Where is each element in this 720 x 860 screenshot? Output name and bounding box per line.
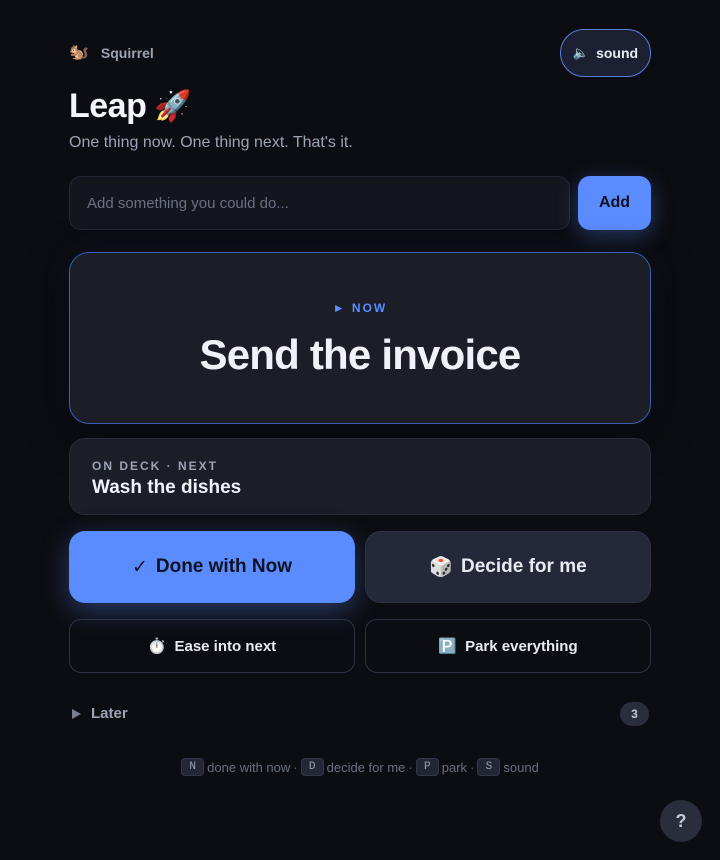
shortcut-key: D xyxy=(300,758,324,776)
stopwatch-icon: ⏱️ xyxy=(147,638,167,655)
ease-into-next-button[interactable]: ⏱️ Ease into next xyxy=(69,619,355,673)
page-title: Leap 🚀 xyxy=(69,87,192,126)
decide-for-me-button[interactable]: 🎲 Decide for me xyxy=(365,531,651,603)
caret-right-icon xyxy=(72,708,81,719)
next-label: ON DECK · NEXT xyxy=(92,459,219,473)
sound-button-label: sound xyxy=(596,45,639,61)
separator: · xyxy=(293,759,298,775)
page-title-text: Leap xyxy=(69,87,147,125)
next-card: ON DECK · NEXT Wash the dishes xyxy=(69,438,651,515)
now-label: ► NOW xyxy=(332,301,388,315)
add-task-input[interactable] xyxy=(69,176,570,230)
shortcut-key: N xyxy=(181,758,205,776)
later-toggle[interactable]: Later xyxy=(72,705,128,722)
shortcut-key: S xyxy=(477,758,501,776)
later-section: Later 3 xyxy=(69,700,651,728)
help-button[interactable]: ? xyxy=(660,800,702,842)
rocket-icon: 🚀 xyxy=(154,90,192,123)
later-count-badge: 3 xyxy=(620,702,649,726)
next-task: Wash the dishes xyxy=(92,477,242,498)
add-button[interactable]: Add xyxy=(578,176,651,230)
speaker-icon: 🔈 xyxy=(572,45,590,60)
shortcut-label: park xyxy=(441,759,468,775)
separator: · xyxy=(470,759,475,775)
shortcut-key: P xyxy=(415,758,439,776)
sound-toggle-button[interactable]: 🔈 sound xyxy=(560,29,651,77)
shortcut-label: decide for me xyxy=(326,759,406,775)
tagline: One thing now. One thing next. That's it… xyxy=(69,134,353,151)
park-button-label: Park everything xyxy=(465,637,578,655)
brand: 🐿️ Squirrel xyxy=(69,43,154,63)
shortcut-label: done with now xyxy=(207,759,291,775)
done-with-now-button[interactable]: ✓ Done with Now xyxy=(69,531,355,603)
shortcut-label: sound xyxy=(503,759,539,775)
brand-name: Squirrel xyxy=(100,45,154,61)
parking-icon: 🅿️ xyxy=(438,638,458,655)
now-card: ► NOW Send the invoice xyxy=(69,252,651,424)
now-task: Send the invoice xyxy=(199,331,522,378)
dice-icon: 🎲 xyxy=(429,557,453,578)
ease-button-label: Ease into next xyxy=(174,637,277,655)
decide-button-label: Decide for me xyxy=(461,556,587,577)
separator: · xyxy=(408,759,413,775)
checkmark-icon: ✓ xyxy=(131,556,148,578)
keyboard-shortcuts-hint: N done with now · D decide for me · P pa… xyxy=(0,758,720,776)
park-everything-button[interactable]: 🅿️ Park everything xyxy=(365,619,651,673)
done-button-label: Done with Now xyxy=(155,556,293,577)
squirrel-icon: 🐿️ xyxy=(69,44,89,61)
later-label: Later xyxy=(91,705,128,722)
header: 🐿️ Squirrel 🔈 sound xyxy=(69,29,651,77)
